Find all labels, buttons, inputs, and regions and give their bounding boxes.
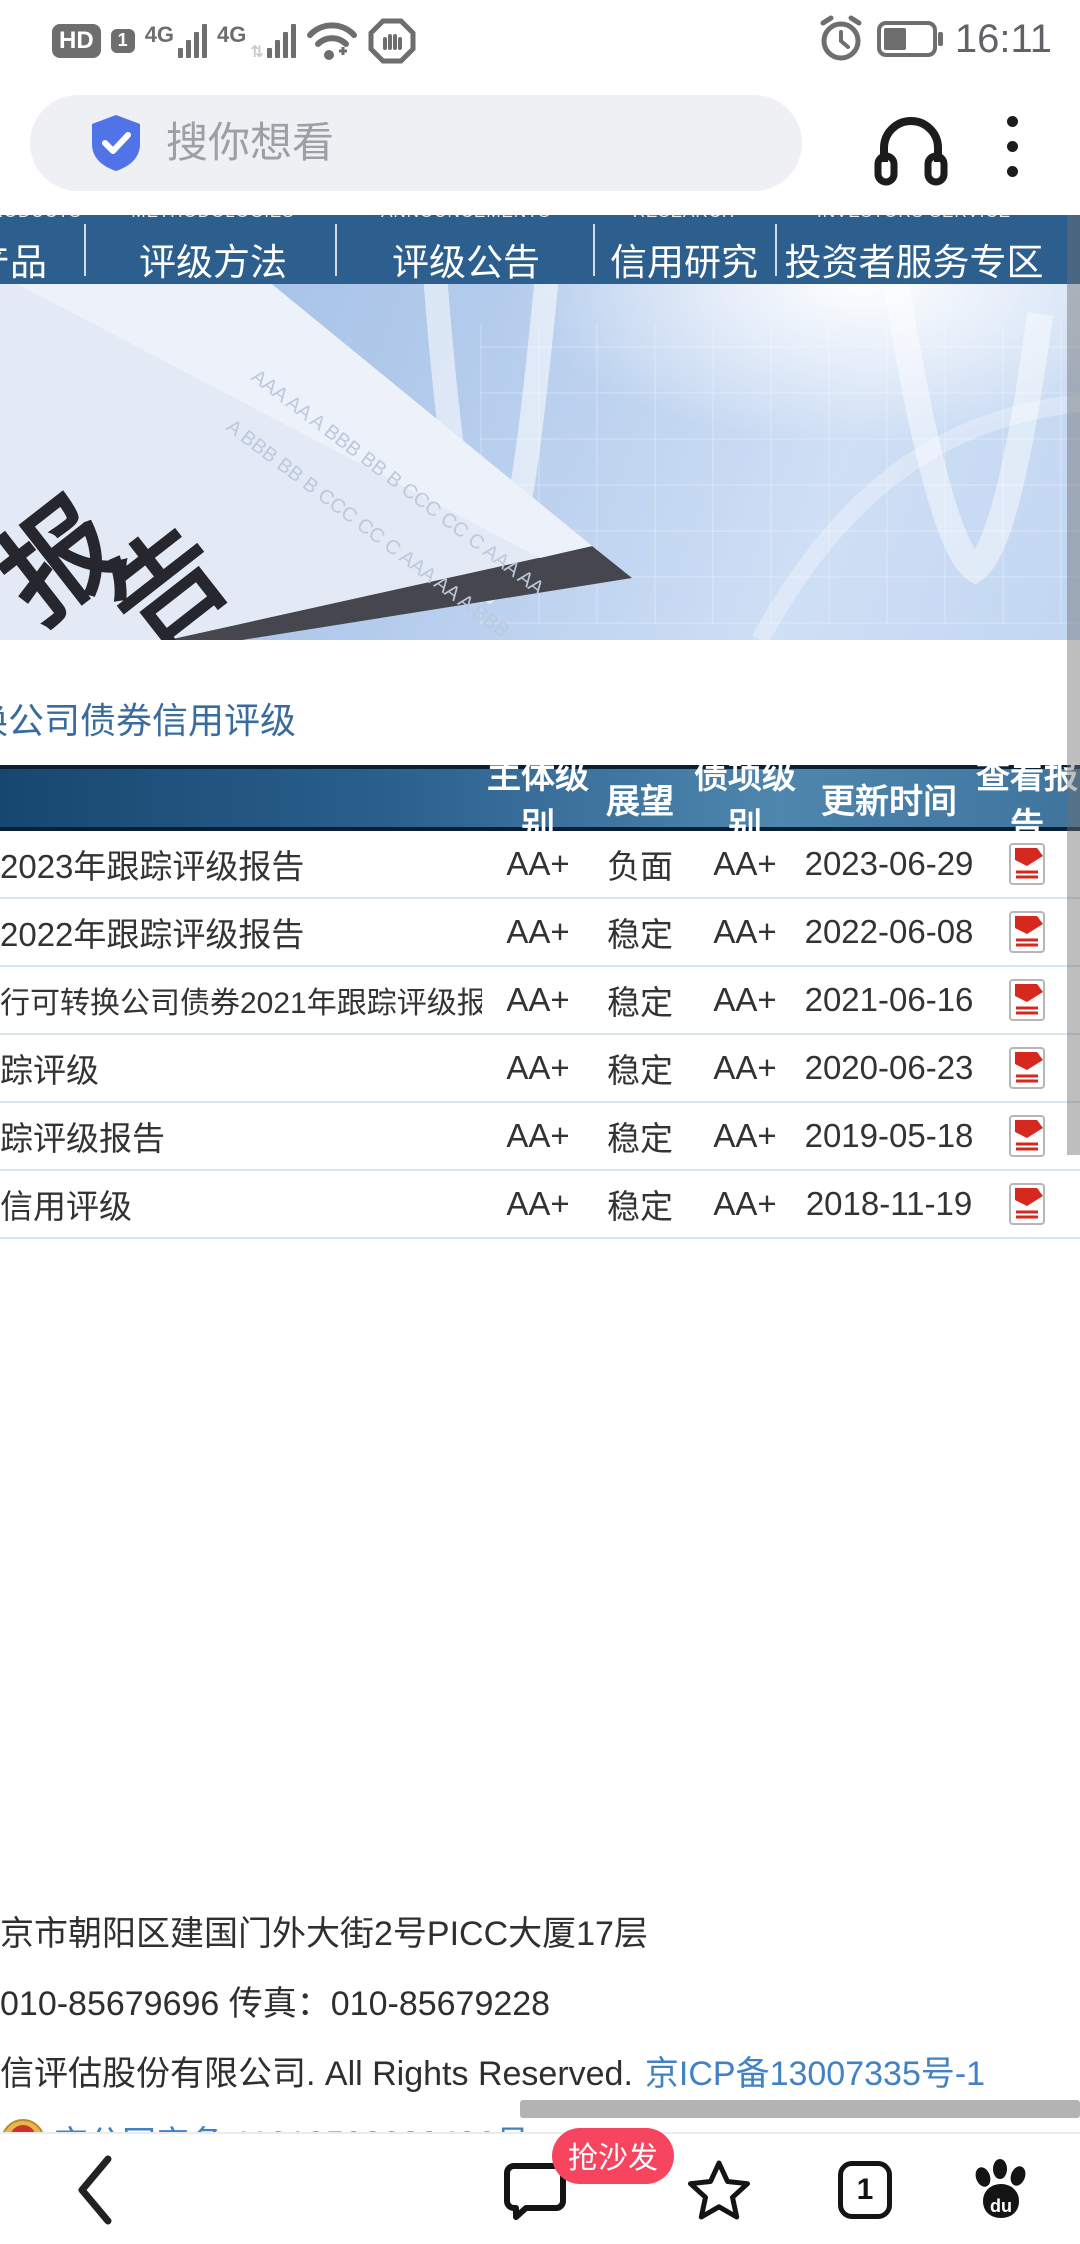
menu-kebab-icon[interactable] bbox=[992, 108, 1032, 184]
footer-copyright: 信评估股份有限公司. All Rights Reserved. bbox=[0, 2055, 633, 2093]
table-row: 踪评级 AA+ 稳定 AA+ 2020-06-23 bbox=[0, 1035, 1080, 1103]
wifi-icon bbox=[306, 22, 357, 60]
nav-item-methodologies[interactable]: 评级方法 bbox=[139, 232, 287, 284]
subject-rating: AA+ bbox=[506, 845, 570, 882]
table-row: 2022年跟踪评级报告 AA+ 稳定 AA+ 2022-06-08 bbox=[0, 899, 1080, 967]
header-outlook: 展望 bbox=[606, 782, 674, 821]
nav-en-products: PRODUCTS bbox=[0, 215, 82, 222]
bond-rating: AA+ bbox=[713, 1117, 777, 1154]
battery-icon bbox=[876, 21, 943, 57]
vertical-scrollbar[interactable] bbox=[1067, 215, 1080, 1155]
back-button[interactable] bbox=[60, 2134, 130, 2244]
report-name[interactable]: 踪评级 bbox=[0, 1044, 482, 1092]
tabs-button[interactable]: 1 bbox=[830, 2134, 900, 2244]
hd-icon: HD bbox=[52, 24, 101, 58]
browser-bottom-bar: 抢沙发 1 du bbox=[0, 2128, 1080, 2244]
table-row: 信用评级 AA+ 稳定 AA+ 2018-11-19 bbox=[0, 1171, 1080, 1239]
nav-en-investors: INVESTORS SERVICE bbox=[817, 215, 1011, 222]
bond-rating: AA+ bbox=[713, 913, 777, 950]
bond-rating: AA+ bbox=[713, 1185, 777, 1222]
pdf-icon[interactable] bbox=[1007, 978, 1047, 1022]
search-input[interactable] bbox=[166, 119, 772, 167]
table-row: 踪评级报告 AA+ 稳定 AA+ 2019-05-18 bbox=[0, 1103, 1080, 1171]
bond-rating: AA+ bbox=[713, 1049, 777, 1086]
baidu-paw-icon: du bbox=[975, 2159, 1026, 2218]
safety-shield-icon bbox=[92, 115, 140, 171]
alarm-icon bbox=[820, 15, 862, 61]
nav-item-products[interactable]: 产品 bbox=[0, 232, 47, 284]
svg-text:du: du bbox=[990, 2196, 1012, 2216]
outlook: 稳定 bbox=[607, 1120, 673, 1157]
updated-date: 2021-06-16 bbox=[804, 981, 974, 1018]
subject-rating: AA+ bbox=[506, 1049, 570, 1086]
header-subject-rating: 主体级别 bbox=[487, 758, 589, 845]
report-name[interactable]: 2022年跟踪评级报告 bbox=[0, 908, 482, 956]
header-updated: 更新时间 bbox=[821, 782, 957, 821]
subject-rating: AA+ bbox=[506, 913, 570, 950]
nav-divider bbox=[775, 224, 777, 276]
headphones-icon[interactable] bbox=[872, 106, 950, 188]
bond-rating: AA+ bbox=[713, 981, 777, 1018]
pdf-icon[interactable] bbox=[1007, 1182, 1047, 1226]
nav-item-investors[interactable]: 投资者服务专区 bbox=[785, 232, 1044, 284]
signal-4g-icon-2: 4G ⇅ bbox=[217, 22, 296, 61]
sim1-icon: 1 bbox=[110, 29, 135, 53]
outlook: 稳定 bbox=[607, 916, 673, 953]
pdf-icon[interactable] bbox=[1007, 910, 1047, 954]
outlook: 稳定 bbox=[607, 1052, 673, 1089]
report-name[interactable]: 踪评级报告 bbox=[0, 1112, 482, 1160]
updated-date: 2019-05-18 bbox=[804, 1117, 974, 1154]
header-view-report: 查看报告 bbox=[976, 758, 1078, 845]
nav-item-announcements[interactable]: 评级公告 bbox=[392, 232, 540, 284]
nav-item-research[interactable]: 信用研究 bbox=[610, 232, 758, 284]
tab-count-box: 1 bbox=[838, 2161, 892, 2219]
subject-rating: AA+ bbox=[506, 1185, 570, 1222]
updated-date: 2018-11-19 bbox=[805, 1185, 973, 1222]
status-bar: HD 1 4G 4G ⇅ 16:11 bbox=[0, 0, 1080, 82]
nav-en-research: RESEARCH bbox=[633, 215, 735, 222]
pdf-icon[interactable] bbox=[1007, 1114, 1047, 1158]
report-name[interactable]: 信用评级 bbox=[0, 1180, 482, 1228]
bond-rating: AA+ bbox=[713, 845, 777, 882]
outlook: 稳定 bbox=[607, 1188, 673, 1225]
clock-time: 16:11 bbox=[954, 16, 1052, 61]
bond-credit-rating-link[interactable]: 换公司债券信用评级 bbox=[0, 692, 296, 744]
updated-date: 2022-06-08 bbox=[804, 913, 974, 950]
subject-rating: AA+ bbox=[506, 981, 570, 1018]
do-not-disturb-icon bbox=[368, 18, 416, 64]
subject-rating: AA+ bbox=[506, 1117, 570, 1154]
star-icon bbox=[688, 2160, 750, 2220]
favorite-button[interactable] bbox=[684, 2134, 754, 2244]
pdf-icon[interactable] bbox=[1007, 1046, 1047, 1090]
browser-search-row bbox=[0, 82, 1080, 215]
table-header-row: 主体级别 展望 债项级别 更新时间 查看报告 bbox=[0, 758, 1080, 845]
horizontal-scrollbar[interactable] bbox=[520, 2100, 1080, 2118]
site-nav-bar: PRODUCTS METHODOLOGIES ANNOUNCEMENTS RES… bbox=[0, 215, 1080, 284]
table-row: 行可转换公司债券2021年跟踪评级报告 AA+ 稳定 AA+ 2021-06-1… bbox=[0, 967, 1080, 1035]
updated-date: 2023-06-29 bbox=[804, 845, 974, 882]
report-name[interactable]: 行可转换公司债券2021年跟踪评级报告 bbox=[0, 978, 482, 1022]
hero-banner: AAA AA A BBB BB B CCC CC C AAA AA A BBB … bbox=[0, 284, 1080, 640]
report-name[interactable]: 2023年跟踪评级报告 bbox=[0, 840, 482, 888]
nav-en-methodologies: METHODOLOGIES bbox=[131, 215, 294, 222]
footer-address: 京市朝阳区建国门外大街2号PICC大厦17层 bbox=[0, 1915, 648, 1953]
nav-divider bbox=[84, 224, 86, 276]
baidu-home-button[interactable]: du bbox=[966, 2134, 1036, 2244]
pdf-icon[interactable] bbox=[1007, 842, 1047, 886]
updated-date: 2020-06-23 bbox=[804, 1049, 974, 1086]
signal-4g-icon-1: 4G bbox=[145, 22, 208, 58]
rating-report-table: 主体级别 展望 债项级别 更新时间 查看报告 2023年跟踪评级报告 AA+ 负… bbox=[0, 758, 1080, 1239]
nav-divider bbox=[593, 224, 595, 276]
hero-report-document: AAA AA A BBB BB B CCC CC C AAA AA A BBB … bbox=[0, 284, 632, 640]
header-bond-rating: 债项级别 bbox=[694, 758, 796, 845]
nav-divider bbox=[335, 224, 337, 276]
outlook: 负面 bbox=[607, 848, 673, 885]
icp-license-link[interactable]: 京ICP备13007335号-1 bbox=[645, 2046, 985, 2095]
footer-phone: 010-85679696 传真：010-85679228 bbox=[0, 1985, 551, 2023]
nav-en-announcements: ANNOUNCEMENTS bbox=[381, 215, 551, 222]
search-bar[interactable] bbox=[30, 95, 802, 191]
comment-count-badge[interactable]: 抢沙发 bbox=[552, 2128, 674, 2184]
outlook: 稳定 bbox=[607, 984, 673, 1021]
